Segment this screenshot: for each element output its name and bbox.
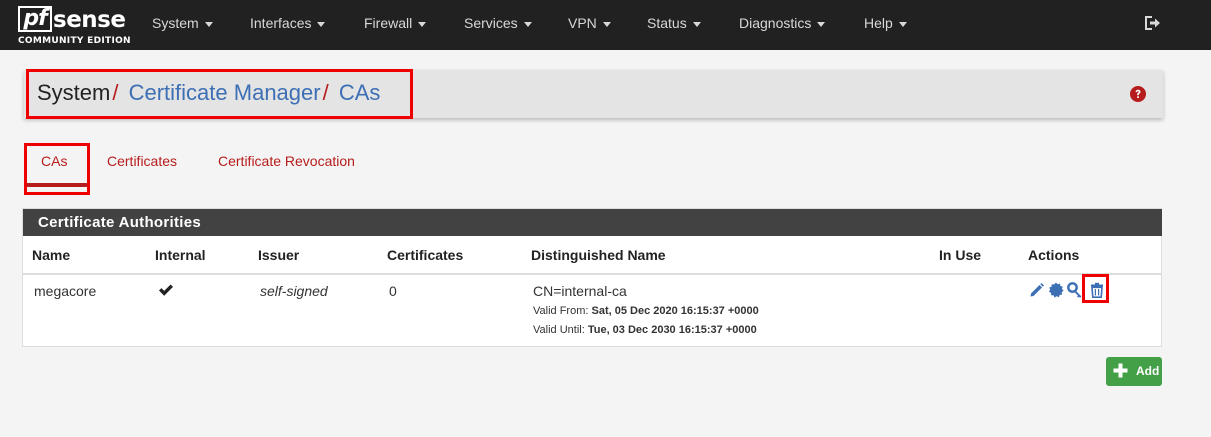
nav-menu-label: Services	[464, 15, 518, 31]
valid-until-value: Tue, 03 Dec 2030 16:15:37 +0000	[587, 324, 757, 336]
column-header-distinguished-name: Distinguished Name	[531, 247, 666, 263]
ca-name-cell: megacore	[34, 283, 97, 299]
highlight-box-breadcrumb	[26, 69, 413, 119]
distinguished-name-cell: CN=internal-ca	[533, 283, 627, 299]
logout-icon[interactable]	[1143, 14, 1161, 32]
column-header-internal: Internal	[155, 247, 206, 263]
nav-menu-label: Interfaces	[250, 15, 312, 31]
logo-pf-mark: pf	[18, 6, 52, 32]
highlight-box-delete-action	[1082, 274, 1109, 303]
add-button-label: Add	[1136, 364, 1160, 378]
caret-down-icon	[418, 21, 427, 27]
plus-icon	[1113, 363, 1128, 378]
nav-menu-firewall[interactable]: Firewall	[364, 0, 427, 50]
certificate-icon[interactable]	[1048, 282, 1064, 298]
nav-menu-diagnostics[interactable]: Diagnostics	[739, 0, 826, 50]
pencil-icon[interactable]	[1029, 282, 1045, 298]
tab-certificates[interactable]: Certificates	[107, 153, 177, 169]
nav-menu-label: Status	[647, 15, 687, 31]
column-header-actions: Actions	[1028, 247, 1080, 263]
valid-until-line: Valid Until: Tue, 03 Dec 2030 16:15:37 +…	[533, 324, 757, 336]
top-navbar: pf sense COMMUNITY EDITION System Interf…	[0, 0, 1211, 50]
nav-menu-status[interactable]: Status	[647, 0, 701, 50]
nav-menu-services[interactable]: Services	[464, 0, 532, 50]
nav-menu-system[interactable]: System	[152, 0, 213, 50]
pfsense-logo[interactable]: pf sense COMMUNITY EDITION	[18, 6, 131, 46]
nav-menu-label: Help	[864, 15, 893, 31]
valid-from-value: Sat, 05 Dec 2020 16:15:37 +0000	[591, 305, 759, 317]
valid-until-label: Valid Until:	[533, 324, 585, 336]
nav-menu-vpn[interactable]: VPN	[568, 0, 611, 50]
certificates-count-cell: 0	[389, 283, 397, 299]
nav-menu-help[interactable]: Help	[864, 0, 907, 50]
nav-menu-label: Diagnostics	[739, 15, 812, 31]
caret-down-icon	[898, 21, 907, 27]
issuer-cell: self-signed	[260, 283, 328, 299]
check-icon	[159, 284, 173, 296]
key-icon[interactable]	[1067, 282, 1083, 298]
highlight-box-cas-tab	[24, 143, 90, 195]
column-header-certificates: Certificates	[387, 247, 464, 263]
valid-from-label: Valid From:	[533, 305, 589, 317]
caret-down-icon	[692, 21, 701, 27]
add-ca-button[interactable]: Add	[1106, 357, 1162, 386]
caret-down-icon	[523, 21, 532, 27]
caret-down-icon	[602, 21, 611, 27]
table-header-divider	[23, 273, 1162, 275]
nav-menu-label: VPN	[568, 15, 597, 31]
nav-menu-label: Firewall	[364, 15, 413, 31]
column-header-issuer: Issuer	[258, 247, 300, 263]
valid-from-line: Valid From: Sat, 05 Dec 2020 16:15:37 +0…	[533, 305, 759, 317]
nav-menu-label: System	[152, 15, 199, 31]
question-circle-icon[interactable]	[1130, 86, 1146, 102]
column-header-name: Name	[32, 247, 71, 263]
tab-certificate-revocation[interactable]: Certificate Revocation	[218, 153, 355, 169]
panel-title: Certificate Authorities	[23, 209, 1162, 236]
caret-down-icon	[204, 21, 213, 27]
caret-down-icon	[317, 21, 326, 27]
logo-wordmark: sense	[53, 7, 126, 33]
certificate-authorities-panel: Certificate Authorities Name Internal Is…	[22, 208, 1162, 347]
edition-label: COMMUNITY EDITION	[18, 36, 131, 46]
column-header-in-use: In Use	[939, 247, 982, 263]
caret-down-icon	[817, 21, 826, 27]
nav-menu-interfaces[interactable]: Interfaces	[250, 0, 326, 50]
